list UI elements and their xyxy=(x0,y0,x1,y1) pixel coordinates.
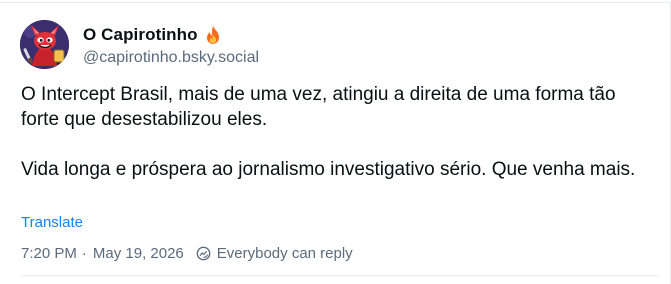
post-card: O Capirotinho @capirotinho.bsky.social O… xyxy=(0,0,671,284)
reply-setting-button[interactable]: Everybody can reply xyxy=(196,245,353,262)
post-paragraph-2: Vida longa e próspera ao jornalismo inve… xyxy=(21,159,636,180)
top-divider xyxy=(0,2,671,3)
post-date[interactable]: May 19, 2026 xyxy=(93,245,184,262)
bottom-divider xyxy=(21,275,659,276)
translate-link[interactable]: Translate xyxy=(21,214,83,231)
post-text: O Intercept Brasil, mais de uma vez, ati… xyxy=(21,82,651,182)
globe-reply-icon xyxy=(196,246,211,261)
post-paragraph-1: O Intercept Brasil, mais de uma vez, ati… xyxy=(21,84,616,130)
avatar[interactable] xyxy=(20,20,69,69)
flame-icon xyxy=(204,25,222,45)
post-meta: 7:20 PM · May 19, 2026 Everybody can rep… xyxy=(21,245,353,262)
author-display-name[interactable]: O Capirotinho xyxy=(83,25,198,45)
devil-cat-avatar-icon xyxy=(20,20,69,69)
post-time[interactable]: 7:20 PM xyxy=(21,245,77,262)
meta-separator: · xyxy=(81,245,87,262)
reply-setting-label: Everybody can reply xyxy=(216,245,353,262)
name-row: O Capirotinho xyxy=(83,24,259,46)
author-info[interactable]: O Capirotinho @capirotinho.bsky.social xyxy=(83,24,259,67)
author-handle[interactable]: @capirotinho.bsky.social xyxy=(83,49,259,67)
